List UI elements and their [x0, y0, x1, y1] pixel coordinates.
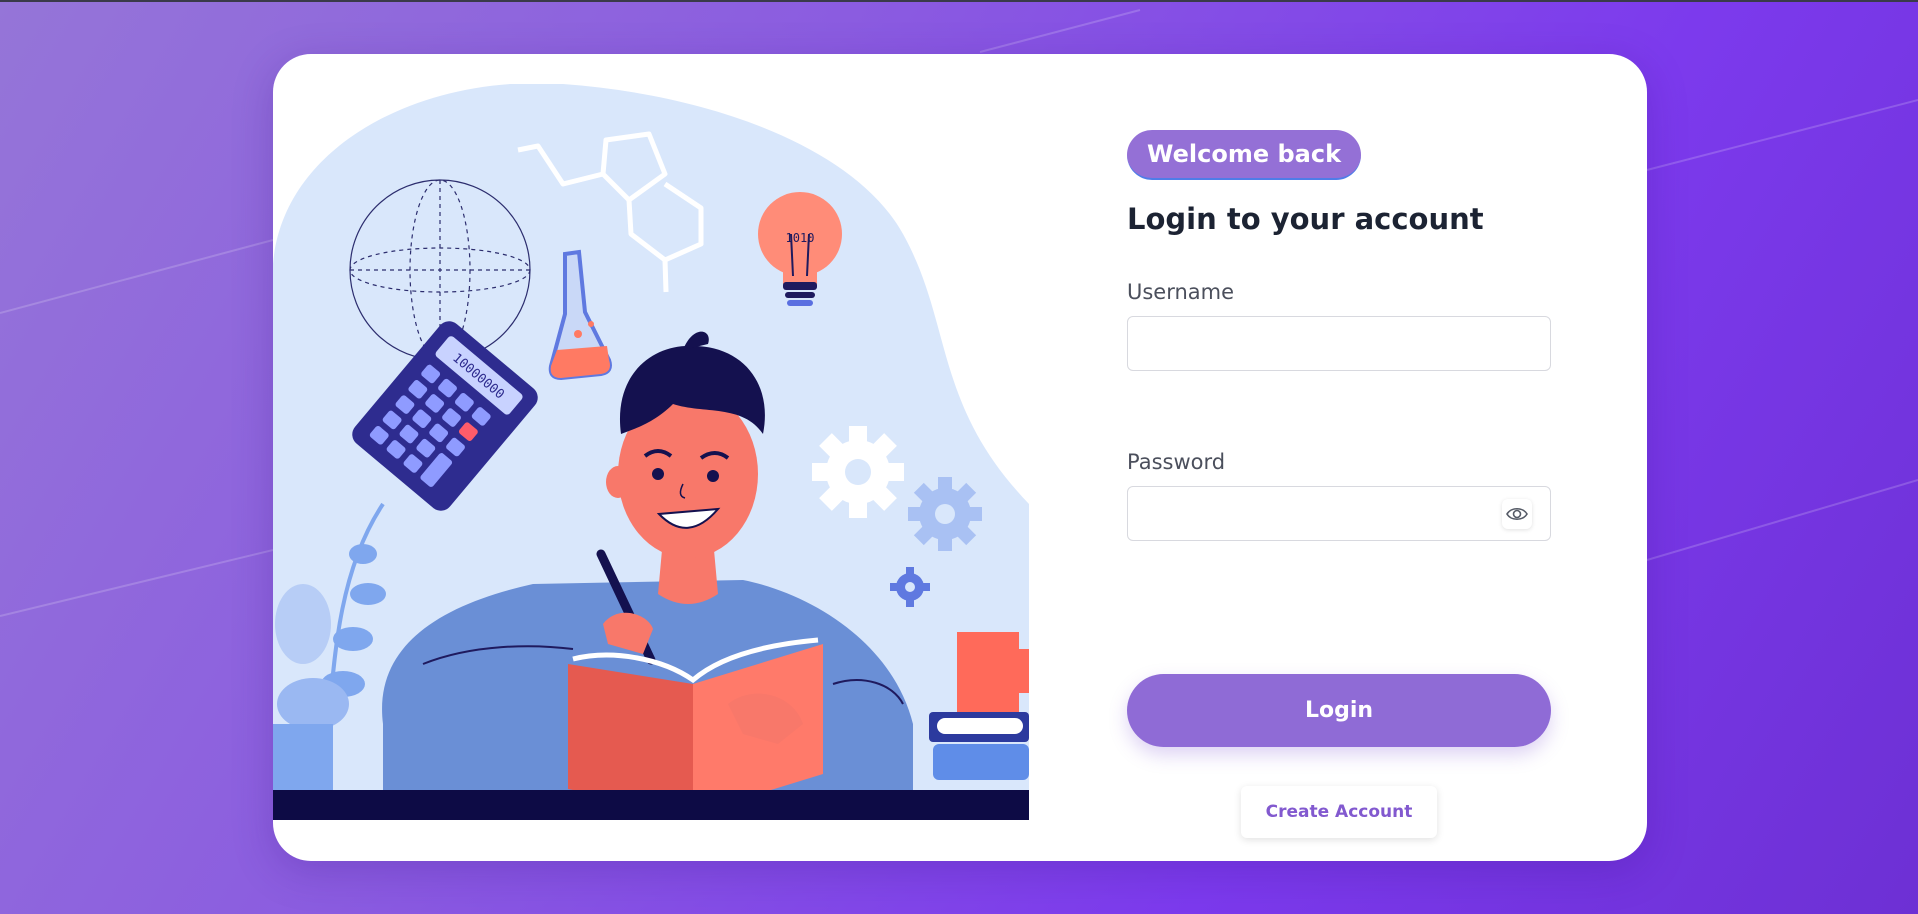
login-button[interactable]: Login: [1127, 674, 1551, 747]
student-studying-illustration: 10000000 1010: [273, 84, 1029, 820]
page-title: Login to your account: [1127, 202, 1484, 236]
lightbulb-text: 1010: [786, 231, 815, 245]
create-account-button[interactable]: Create Account: [1241, 786, 1437, 838]
username-field-container: [1127, 316, 1551, 371]
username-input[interactable]: [1128, 317, 1550, 370]
username-label: Username: [1127, 280, 1235, 304]
welcome-badge: Welcome back: [1127, 130, 1362, 180]
gear-icon-small: [908, 477, 982, 551]
desk: [273, 790, 1029, 820]
password-label: Password: [1127, 450, 1226, 474]
gear-icon: [812, 426, 904, 518]
password-input[interactable]: [1128, 487, 1550, 540]
password-field-container: [1127, 486, 1551, 541]
show-password-toggle[interactable]: [1502, 499, 1532, 529]
login-card: 10000000 1010 Welcome back Login to your…: [273, 54, 1647, 861]
eye-icon: [1506, 507, 1528, 521]
